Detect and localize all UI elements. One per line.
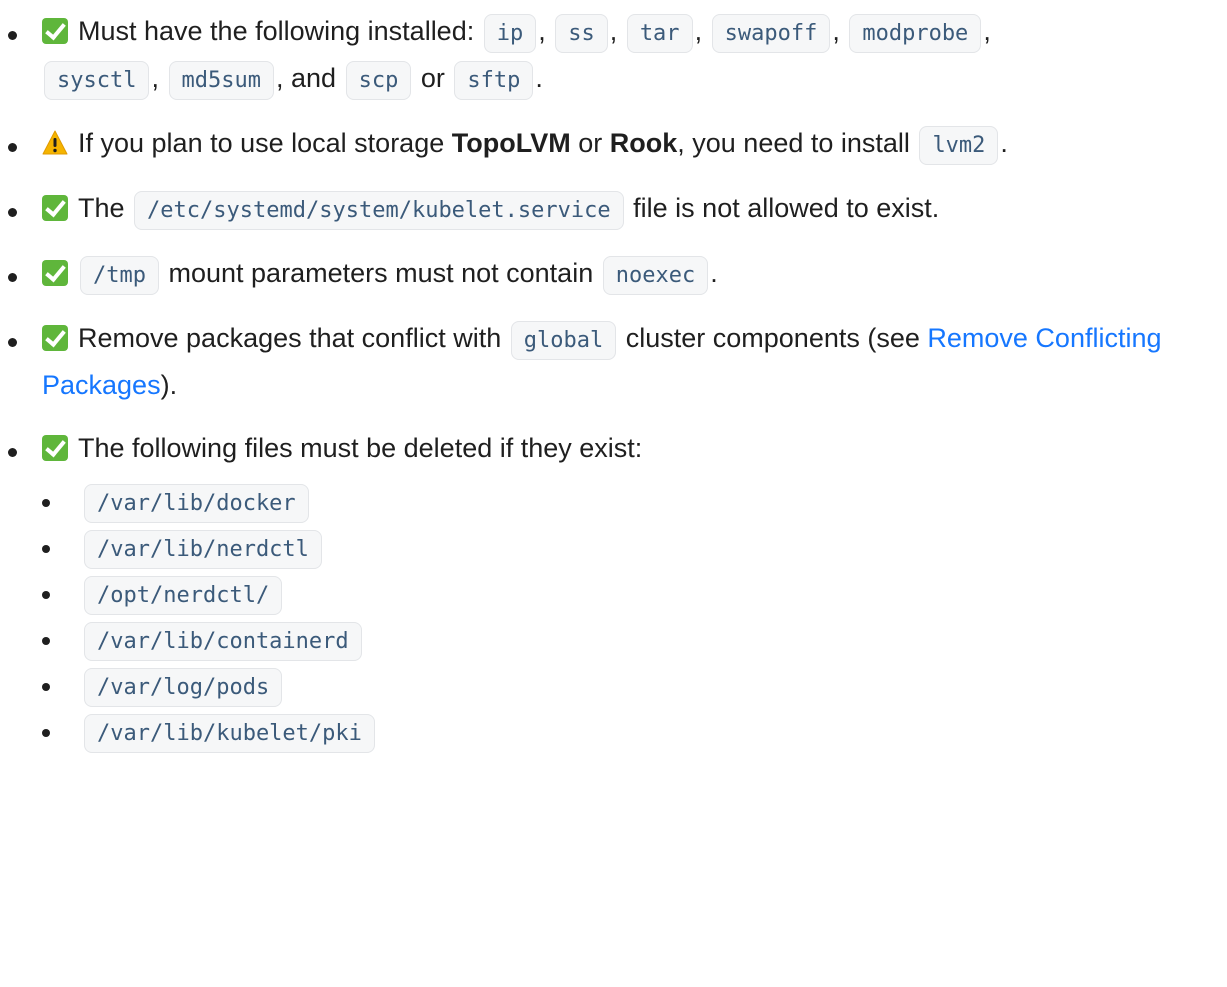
file-path: /var/lib/containerd [84, 622, 362, 661]
or-text: or [578, 128, 603, 158]
comma: , [538, 16, 546, 46]
file-item: /var/lib/kubelet/pki [42, 709, 1227, 754]
file-path: /var/lib/nerdctl [84, 530, 322, 569]
requirement-tmp-noexec: /tmp mount parameters must not contain n… [0, 251, 1227, 298]
comma: , [694, 16, 703, 46]
requirements-document: Must have the following installed: ip, s… [0, 0, 1227, 987]
period: . [710, 258, 718, 288]
requirement-delete-files: The following files must be deleted if t… [0, 426, 1227, 754]
req4-text: mount parameters must not contain [168, 258, 594, 288]
file-item: /opt/nerdctl/ [42, 571, 1227, 616]
kubelet-service-path: /etc/systemd/system/kubelet.service [134, 191, 624, 230]
files-to-delete-list: /var/lib/docker /var/lib/nerdctl /opt/ne… [42, 479, 1227, 754]
tool-tar: tar [626, 14, 693, 53]
req2-text: If you plan to use local storage [78, 128, 445, 158]
global-cluster-name: global [510, 321, 617, 360]
requirements-list: Must have the following installed: ip, s… [0, 0, 1227, 755]
tool-sftp: sftp [454, 61, 534, 100]
period: . [1000, 128, 1008, 158]
req1-text: Must have the following installed: [78, 16, 475, 46]
comma: , [609, 16, 618, 46]
period: . [535, 63, 543, 93]
noexec-flag: noexec [602, 256, 709, 295]
tool-ip: ip [483, 14, 537, 53]
file-item: /var/lib/docker [42, 479, 1227, 524]
comma: , [832, 16, 840, 46]
req5-text-b: cluster components (see [625, 323, 920, 353]
comma: , [151, 63, 159, 93]
tool-md5sum: md5sum [168, 61, 274, 100]
file-item: /var/log/pods [42, 663, 1227, 708]
file-path: /opt/nerdctl/ [84, 576, 283, 615]
tmp-path: /tmp [80, 256, 159, 295]
tool-ss: ss [555, 14, 608, 53]
req5-text: Remove packages that conflict with [78, 323, 502, 353]
requirement-installed-tools: Must have the following installed: ip, s… [0, 9, 1227, 103]
tool-modprobe: modprobe [849, 14, 982, 53]
warning-icon [42, 130, 68, 156]
or-text: or [420, 63, 445, 93]
file-path: /var/lib/kubelet/pki [84, 714, 375, 753]
file-path: /var/log/pods [84, 668, 283, 707]
req5-text-c: ). [160, 370, 178, 400]
rook-label: Rook [609, 128, 678, 158]
requirement-conflicting-packages: Remove packages that conflict with globa… [0, 316, 1227, 408]
req3-text-b: file is not allowed to exist. [633, 193, 940, 223]
file-item: /var/lib/nerdctl [42, 525, 1227, 570]
check-mark-icon [42, 195, 68, 221]
req6-text: The following files must be deleted if t… [78, 433, 643, 463]
tool-sysctl: sysctl [44, 61, 150, 100]
file-path: /var/lib/docker [84, 484, 309, 523]
req2-text-b: , you need to install [677, 128, 910, 158]
check-mark-icon [42, 260, 68, 286]
tool-swapoff: swapoff [711, 14, 831, 53]
check-mark-icon [42, 325, 68, 351]
check-mark-icon [42, 18, 68, 44]
package-lvm2: lvm2 [919, 126, 999, 165]
and-text: , and [276, 63, 337, 93]
file-item: /var/lib/containerd [42, 617, 1227, 662]
requirement-lvm2: If you plan to use local storage TopoLVM… [0, 121, 1227, 168]
check-mark-icon [42, 435, 68, 461]
req3-text: The [78, 193, 125, 223]
tool-scp: scp [345, 61, 412, 100]
topolvm-label: TopoLVM [451, 128, 571, 158]
requirement-kubelet-service: The /etc/systemd/system/kubelet.service … [0, 186, 1227, 233]
comma: , [983, 16, 991, 46]
